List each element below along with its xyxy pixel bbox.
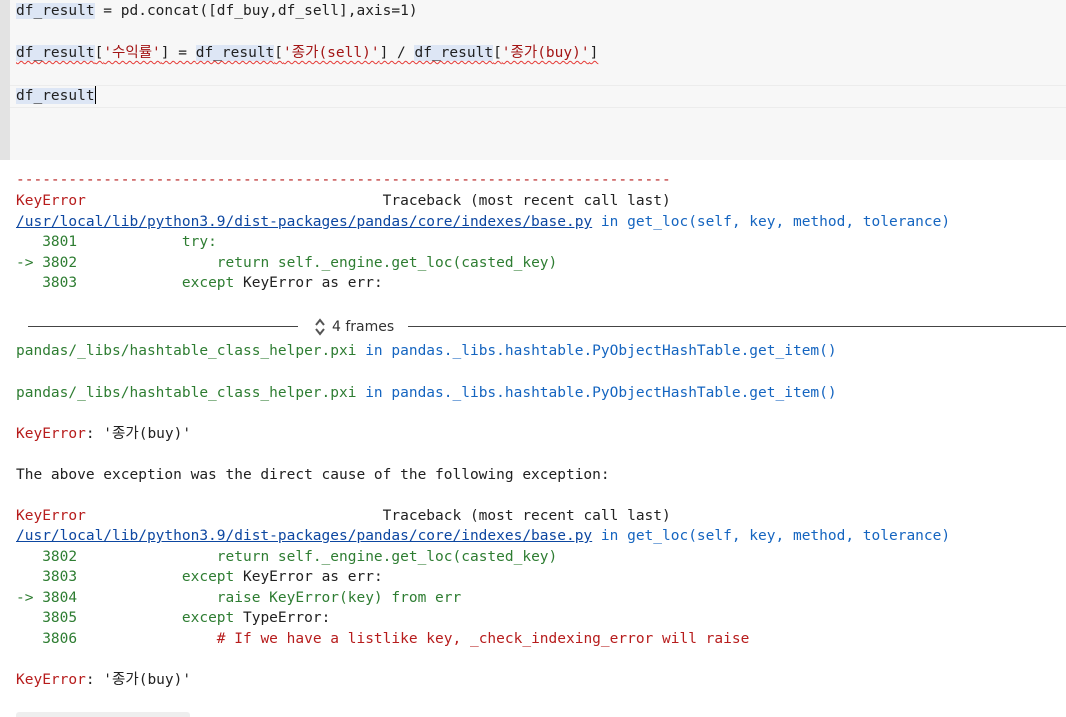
code-keyword: except <box>181 610 235 626</box>
current-line-highlight <box>10 85 1066 108</box>
traceback-label: Traceback (most recent call last) <box>85 193 671 209</box>
line-number: 3801 <box>16 234 78 250</box>
traceback-code-line: 3801 try: <box>16 232 217 252</box>
code-token: = pd.concat([df_buy,df_sell],axis=1) <box>94 3 418 19</box>
code-token: ] / <box>379 45 415 61</box>
line-number: -> 3802 <box>16 255 78 271</box>
code-text: TypeError: <box>234 610 331 626</box>
traceback-code-line: 3806 # If we have a listlike key, _check… <box>16 629 749 649</box>
function-name: pandas._libs.hashtable.PyObjectHashTable… <box>391 343 837 359</box>
code-keyword: except <box>181 275 235 291</box>
frames-divider-right <box>408 326 1066 327</box>
line-number: 3803 <box>16 275 78 291</box>
code-token: ] = <box>160 45 196 61</box>
helper-frame-2: pandas/_libs/hashtable_class_helper.pxi … <box>16 383 837 403</box>
error-name: KeyError <box>16 426 86 442</box>
line-number: 3802 <box>16 549 78 565</box>
traceback-header-2: KeyError Traceback (most recent call las… <box>16 506 671 526</box>
code-line-1[interactable]: df_result = pd.concat([df_buy,df_sell],a… <box>16 1 418 21</box>
function-args: (self, key, method, tolerance) <box>688 214 951 230</box>
code-text: return self._engine.get_loc(casted_key) <box>216 255 558 271</box>
code-text: KeyError as err: <box>234 569 383 585</box>
line-number: -> 3804 <box>16 590 78 606</box>
line-number: 3803 <box>16 569 78 585</box>
traceback-code-line: 3802 return self._engine.get_loc(casted_… <box>16 547 557 567</box>
code-token: df_result <box>195 45 275 61</box>
code-text: : <box>208 234 217 250</box>
in-keyword: in <box>356 343 392 359</box>
code-string: '종가(sell)' <box>283 45 380 61</box>
function-args: (self, key, method, tolerance) <box>688 528 951 544</box>
in-keyword: in <box>356 385 392 401</box>
code-string: '수익률' <box>103 45 161 61</box>
file-link[interactable]: /usr/local/lib/python3.9/dist-packages/p… <box>16 528 592 544</box>
helper-frame-1: pandas/_libs/hashtable_class_helper.pxi … <box>16 341 837 361</box>
code-token: [ <box>94 45 104 61</box>
function-name: get_loc <box>627 214 689 230</box>
frames-label: 4 frames <box>332 319 395 335</box>
code-keyword: try <box>181 234 209 250</box>
frames-divider-left <box>28 326 298 327</box>
code-text: raise KeyError(key) from err <box>216 590 462 606</box>
code-text: KeyError as err: <box>234 275 383 291</box>
traceback-code-line: 3805 except TypeError: <box>16 608 330 628</box>
traceback-location-1: /usr/local/lib/python3.9/dist-packages/p… <box>16 212 950 232</box>
code-token: ] <box>589 45 599 61</box>
code-token: df_result <box>16 3 95 19</box>
error-name: KeyError <box>16 193 86 209</box>
error-text: : '종가(buy)' <box>85 426 192 442</box>
code-cell[interactable]: df_result = pd.concat([df_buy,df_sell],a… <box>0 0 1066 160</box>
error-name: KeyError <box>16 672 86 688</box>
traceback-code-line: -> 3804 raise KeyError(key) from err <box>16 588 461 608</box>
code-text: return self._engine.get_loc(casted_key) <box>216 549 558 565</box>
cause-message: The above exception was the direct cause… <box>16 467 610 483</box>
code-token: df_result <box>414 45 494 61</box>
line-number: 3806 <box>16 631 78 647</box>
file-name: pandas/_libs/hashtable_class_helper.pxi <box>16 343 357 359</box>
code-token: df_result <box>16 45 95 61</box>
traceback-code-line: 3803 except KeyError as err: <box>16 273 383 293</box>
function-name: pandas._libs.hashtable.PyObjectHashTable… <box>391 385 837 401</box>
traceback-code-line: -> 3802 return self._engine.get_loc(cast… <box>16 253 557 273</box>
traceback-location-2: /usr/local/lib/python3.9/dist-packages/p… <box>16 526 950 546</box>
traceback-header-1: KeyError Traceback (most recent call las… <box>16 191 671 211</box>
traceback-label: Traceback (most recent call last) <box>85 508 671 524</box>
code-keyword: except <box>181 569 235 585</box>
error-text: : '종가(buy)' <box>85 672 192 688</box>
traceback-code-line: 3803 except KeyError as err: <box>16 567 383 587</box>
code-line-2[interactable]: df_result['수익률'] = df_result['종가(sell)']… <box>16 43 598 63</box>
expand-collapse-icon <box>314 317 326 337</box>
function-name: get_loc <box>627 528 689 544</box>
code-line-3[interactable]: df_result <box>16 86 96 106</box>
code-token: [ <box>493 45 502 61</box>
error-message-1: KeyError: '종가(buy)' <box>16 424 191 444</box>
code-comment: # If we have a listlike key, _check_inde… <box>216 631 750 647</box>
code-token: [ <box>274 45 284 61</box>
error-message-2: KeyError: '종가(buy)' <box>16 670 191 690</box>
code-token: df_result <box>16 88 95 104</box>
in-keyword: in <box>592 214 628 230</box>
in-keyword: in <box>592 528 628 544</box>
line-number: 3805 <box>16 610 78 626</box>
frames-toggle-button[interactable]: 4 frames <box>314 316 394 338</box>
file-link[interactable]: /usr/local/lib/python3.9/dist-packages/p… <box>16 214 592 230</box>
search-stack-overflow-button[interactable] <box>16 712 190 717</box>
frames-toggle-row: 4 frames <box>28 316 1066 338</box>
file-name: pandas/_libs/hashtable_class_helper.pxi <box>16 385 357 401</box>
code-string: '종가(buy)' <box>501 45 590 61</box>
error-name: KeyError <box>16 508 86 524</box>
text-cursor <box>94 86 96 104</box>
traceback-separator: ----------------------------------------… <box>16 172 671 188</box>
